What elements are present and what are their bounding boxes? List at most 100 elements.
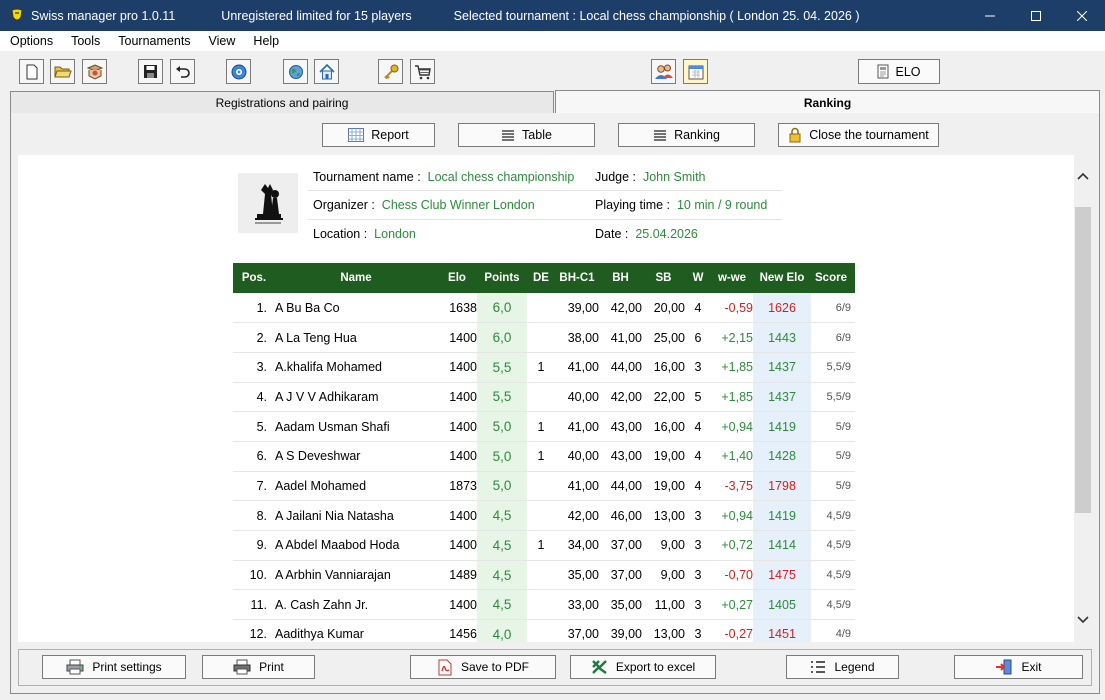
menu-tools[interactable]: Tools (62, 34, 109, 48)
report-button[interactable]: Report (322, 123, 435, 147)
cell-pos: 2. (233, 322, 275, 353)
cell-w: 3 (685, 589, 711, 621)
cell-sb: 19,00 (642, 471, 685, 502)
menu-help[interactable]: Help (244, 34, 288, 48)
elo-button[interactable]: ELO (858, 59, 940, 84)
ranking-button[interactable]: Ranking (618, 123, 755, 147)
cell-new: 1475 (753, 560, 811, 591)
home-button[interactable] (314, 59, 339, 84)
cell-score: 5,5/9 (811, 352, 855, 383)
cell-de (527, 382, 555, 413)
exit-icon (996, 659, 1012, 675)
new-file-button[interactable] (19, 59, 44, 84)
scrollbar-thumb[interactable] (1075, 207, 1091, 513)
settings-button[interactable] (226, 59, 251, 84)
cell-bh1: 34,00 (555, 530, 599, 561)
cell-pts: 6,0 (477, 322, 527, 353)
cell-score: 4,5/9 (811, 500, 855, 531)
cell-de (527, 589, 555, 621)
cell-w: 4 (685, 293, 711, 324)
scroll-up-button[interactable] (1076, 169, 1090, 183)
organizer-value: Chess Club Winner London (381, 198, 535, 212)
print-settings-button[interactable]: Print settings (42, 655, 186, 679)
cell-name: A.khalifa Mohamed (275, 352, 437, 383)
cell-de (527, 471, 555, 502)
calendar-button[interactable] (683, 59, 708, 84)
legend-label: Legend (834, 660, 875, 674)
col-de: DE (527, 263, 555, 293)
excel-icon (591, 660, 607, 674)
col-elo: Elo (437, 263, 477, 293)
save-button[interactable] (138, 59, 163, 84)
cell-wwe: -0,59 (711, 293, 753, 324)
close-icon (1077, 10, 1087, 21)
cell-elo: 1400 (437, 352, 477, 383)
selected-tournament: Selected tournament : Local chess champi… (453, 8, 860, 23)
open-folder-button[interactable] (50, 59, 75, 84)
cell-pos: 7. (233, 471, 275, 502)
undo-button[interactable] (170, 59, 195, 84)
cell-w: 4 (685, 471, 711, 502)
cell-name: A Jailani Nia Natasha (275, 500, 437, 531)
list-icon (811, 661, 826, 673)
cell-bh1: 40,00 (555, 382, 599, 413)
table-row: 5. Aadam Usman Shafi 1400 5,0 1 41,00 43,00 16,… (233, 411, 855, 442)
cell-new: 1428 (753, 441, 811, 472)
cell-sb: 22,00 (642, 382, 685, 413)
tab-registrations[interactable]: Registrations and pairing (10, 91, 554, 113)
cell-name: A Bu Ba Co (275, 293, 437, 324)
maximize-button[interactable] (1013, 0, 1059, 31)
players-button[interactable] (651, 59, 676, 84)
cell-score: 5,5/9 (811, 382, 855, 413)
cell-w: 6 (685, 322, 711, 353)
cell-w: 5 (685, 382, 711, 413)
gear-icon (231, 64, 246, 79)
cell-pos: 11. (233, 589, 275, 621)
export-excel-button[interactable]: Export to excel (570, 655, 716, 679)
cell-new: 1798 (753, 471, 811, 502)
table-button[interactable]: Table (458, 123, 595, 147)
cell-new: 1419 (753, 500, 811, 531)
legend-button[interactable]: Legend (786, 655, 899, 679)
home-icon (318, 63, 335, 79)
cell-score: 5/9 (811, 411, 855, 442)
scroll-down-button[interactable] (1076, 613, 1090, 627)
cell-pts: 5,0 (477, 411, 527, 442)
cell-bh: 42,00 (599, 293, 642, 324)
menu-view[interactable]: View (200, 34, 245, 48)
cell-pos: 3. (233, 352, 275, 383)
license-key-button[interactable] (378, 59, 403, 84)
tab-ranking[interactable]: Ranking (555, 90, 1100, 114)
maximize-icon (1031, 10, 1041, 21)
cell-bh: 43,00 (599, 441, 642, 472)
minimize-button[interactable] (967, 0, 1013, 31)
cell-name: A Abdel Maabod Hoda (275, 530, 437, 561)
cell-new: 1405 (753, 589, 811, 621)
close-button[interactable] (1059, 0, 1105, 31)
exit-button[interactable]: Exit (954, 655, 1083, 679)
col-pos: Pos. (233, 263, 275, 293)
cell-pos: 4. (233, 382, 275, 413)
save-pdf-button[interactable]: Save to PDF (410, 655, 556, 679)
close-tournament-button[interactable]: Close the tournament (778, 123, 939, 147)
chess-pieces-icon (255, 184, 283, 224)
import-button[interactable] (82, 59, 107, 84)
cell-wwe: +0,94 (711, 500, 753, 531)
report-scrollbar[interactable] (1074, 155, 1092, 642)
table-row: 1. A Bu Ba Co 1638 6,0 39,00 42,00 20,00 4 -0,59… (233, 293, 855, 324)
web-button[interactable] (283, 59, 308, 84)
col-name: Name (275, 263, 437, 293)
table-row: 6. A S Deveshwar 1400 5,0 1 40,00 43,00 19,00 4 +… (233, 441, 855, 472)
organizer-label: Organizer : (313, 198, 375, 212)
menu-tournaments[interactable]: Tournaments (109, 34, 199, 48)
print-button[interactable]: Print (202, 655, 315, 679)
shop-button[interactable] (410, 59, 435, 84)
tournament-logo (238, 173, 298, 233)
cell-pts: 4,5 (477, 500, 527, 531)
tab-ranking-label: Ranking (803, 95, 852, 110)
cell-de (527, 619, 555, 642)
menu-options[interactable]: Options (0, 34, 62, 48)
cell-bh1: 41,00 (555, 352, 599, 383)
playing-time-value: 10 min / 9 round (676, 198, 768, 212)
cell-wwe: +1,85 (711, 382, 753, 413)
